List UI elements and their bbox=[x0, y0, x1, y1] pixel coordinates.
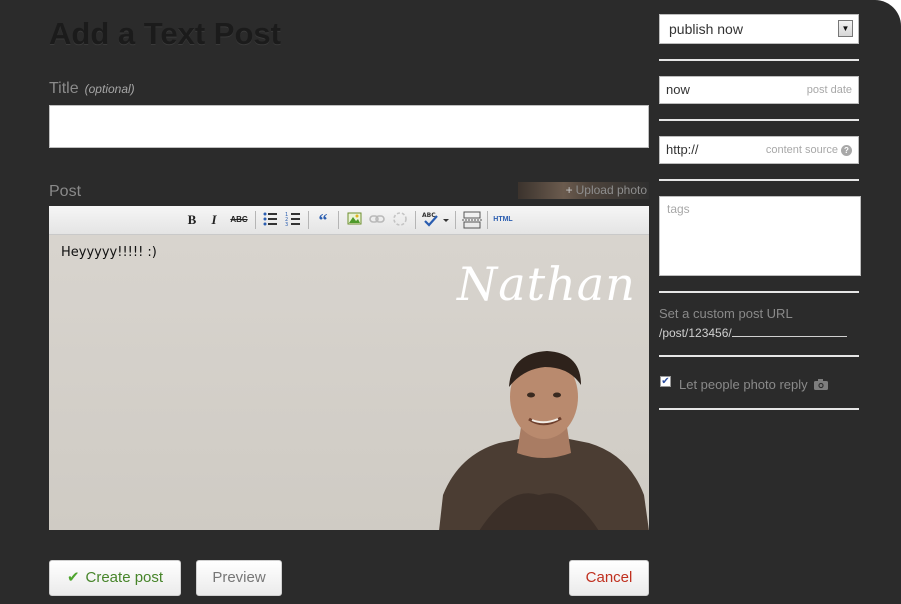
signature-text: Nathan bbox=[457, 257, 636, 311]
post-label: Post bbox=[49, 183, 82, 200]
chevron-down-icon[interactable]: ▼ bbox=[838, 20, 853, 37]
publish-select-value: publish now bbox=[669, 21, 743, 37]
numbered-list-icon: 1 2 3 bbox=[285, 212, 300, 228]
person-photo bbox=[439, 351, 649, 530]
toolbar-separator bbox=[415, 211, 416, 229]
post-date-value: now bbox=[666, 82, 690, 97]
spellcheck-button[interactable]: ABC bbox=[421, 211, 451, 229]
page-title: Add a Text Post bbox=[49, 16, 281, 51]
remove-link-button[interactable] bbox=[391, 211, 409, 229]
title-input[interactable] bbox=[49, 105, 649, 148]
post-date-input[interactable]: now post date bbox=[659, 76, 859, 104]
checkmark-icon: ✔ bbox=[66, 569, 80, 586]
numbered-list-button[interactable]: 1 2 3 bbox=[284, 211, 302, 229]
bullet-list-icon bbox=[263, 212, 277, 226]
custom-url-slug-blank[interactable] bbox=[731, 326, 847, 337]
custom-url-field[interactable]: /post/123456/ bbox=[659, 326, 847, 340]
editor-content-area[interactable]: Nathan Heyyyyy!!!!! :) bbox=[49, 235, 649, 530]
toolbar-separator bbox=[455, 211, 456, 229]
tags-placeholder: tags bbox=[667, 202, 690, 216]
plus-icon: + bbox=[565, 183, 573, 197]
help-icon[interactable]: ? bbox=[841, 145, 852, 156]
italic-button[interactable]: I bbox=[207, 211, 221, 229]
camera-icon bbox=[814, 379, 828, 390]
link-icon bbox=[369, 215, 385, 223]
sidebar-divider bbox=[659, 408, 859, 410]
optional-label: (optional) bbox=[84, 82, 135, 96]
create-post-label: Create post bbox=[85, 569, 164, 586]
sidebar-divider bbox=[659, 179, 859, 181]
bullet-list-button[interactable] bbox=[261, 211, 279, 229]
tags-input[interactable]: tags bbox=[659, 196, 861, 276]
read-more-button[interactable] bbox=[461, 211, 483, 229]
photo-reply-label: Let people photo reply bbox=[679, 377, 808, 392]
publish-select[interactable]: publish now ▼ bbox=[659, 14, 859, 44]
post-editor: B I ABC 1 2 3 “ ABC HTML Nathan Heyyyyy!… bbox=[49, 206, 649, 530]
content-source-hint: content source? bbox=[766, 137, 852, 163]
spellcheck-icon: ABC bbox=[422, 212, 449, 227]
insert-image-button[interactable] bbox=[345, 211, 363, 229]
post-date-hint: post date bbox=[806, 84, 852, 96]
sidebar-divider bbox=[659, 59, 859, 61]
blockquote-button[interactable]: “ bbox=[315, 211, 331, 229]
title-label-text: Title bbox=[49, 80, 79, 97]
photo-reply-checkbox[interactable]: ✔ bbox=[660, 376, 671, 387]
html-button[interactable]: HTML bbox=[491, 211, 515, 229]
post-form-panel: Add a Text Post Title (optional) Post + Up… bbox=[0, 0, 901, 604]
strikethrough-button[interactable]: ABC bbox=[228, 211, 250, 229]
content-source-hint-text: content source bbox=[765, 144, 838, 156]
create-post-button[interactable]: ✔ Create post bbox=[49, 560, 181, 596]
toolbar-separator bbox=[487, 211, 488, 229]
preview-button[interactable]: Preview bbox=[196, 560, 282, 596]
title-label: Title (optional) bbox=[49, 80, 135, 98]
editor-toolbar: B I ABC 1 2 3 “ ABC HTML bbox=[49, 206, 649, 235]
sidebar-divider bbox=[659, 291, 859, 293]
editor-text: Heyyyyy!!!!! :) bbox=[61, 245, 157, 260]
insert-link-button[interactable] bbox=[368, 211, 386, 229]
upload-photo-link[interactable]: + Upload photo bbox=[518, 182, 649, 199]
content-source-value: http:// bbox=[666, 142, 699, 157]
sidebar-divider bbox=[659, 355, 859, 357]
upload-photo-label: Upload photo bbox=[575, 183, 647, 197]
unlink-icon bbox=[393, 212, 407, 226]
svg-text:3: 3 bbox=[285, 222, 288, 227]
sidebar-divider bbox=[659, 119, 859, 121]
bold-button[interactable]: B bbox=[185, 211, 199, 229]
custom-url-path: /post/123456/ bbox=[659, 326, 732, 340]
toolbar-separator bbox=[255, 211, 256, 229]
content-source-input[interactable]: http:// content source? bbox=[659, 136, 859, 164]
toolbar-separator bbox=[308, 211, 309, 229]
custom-url-label: Set a custom post URL bbox=[659, 306, 793, 321]
image-icon bbox=[347, 212, 361, 225]
toolbar-separator bbox=[338, 211, 339, 229]
cancel-button[interactable]: Cancel bbox=[569, 560, 649, 596]
page-break-icon bbox=[462, 211, 482, 229]
